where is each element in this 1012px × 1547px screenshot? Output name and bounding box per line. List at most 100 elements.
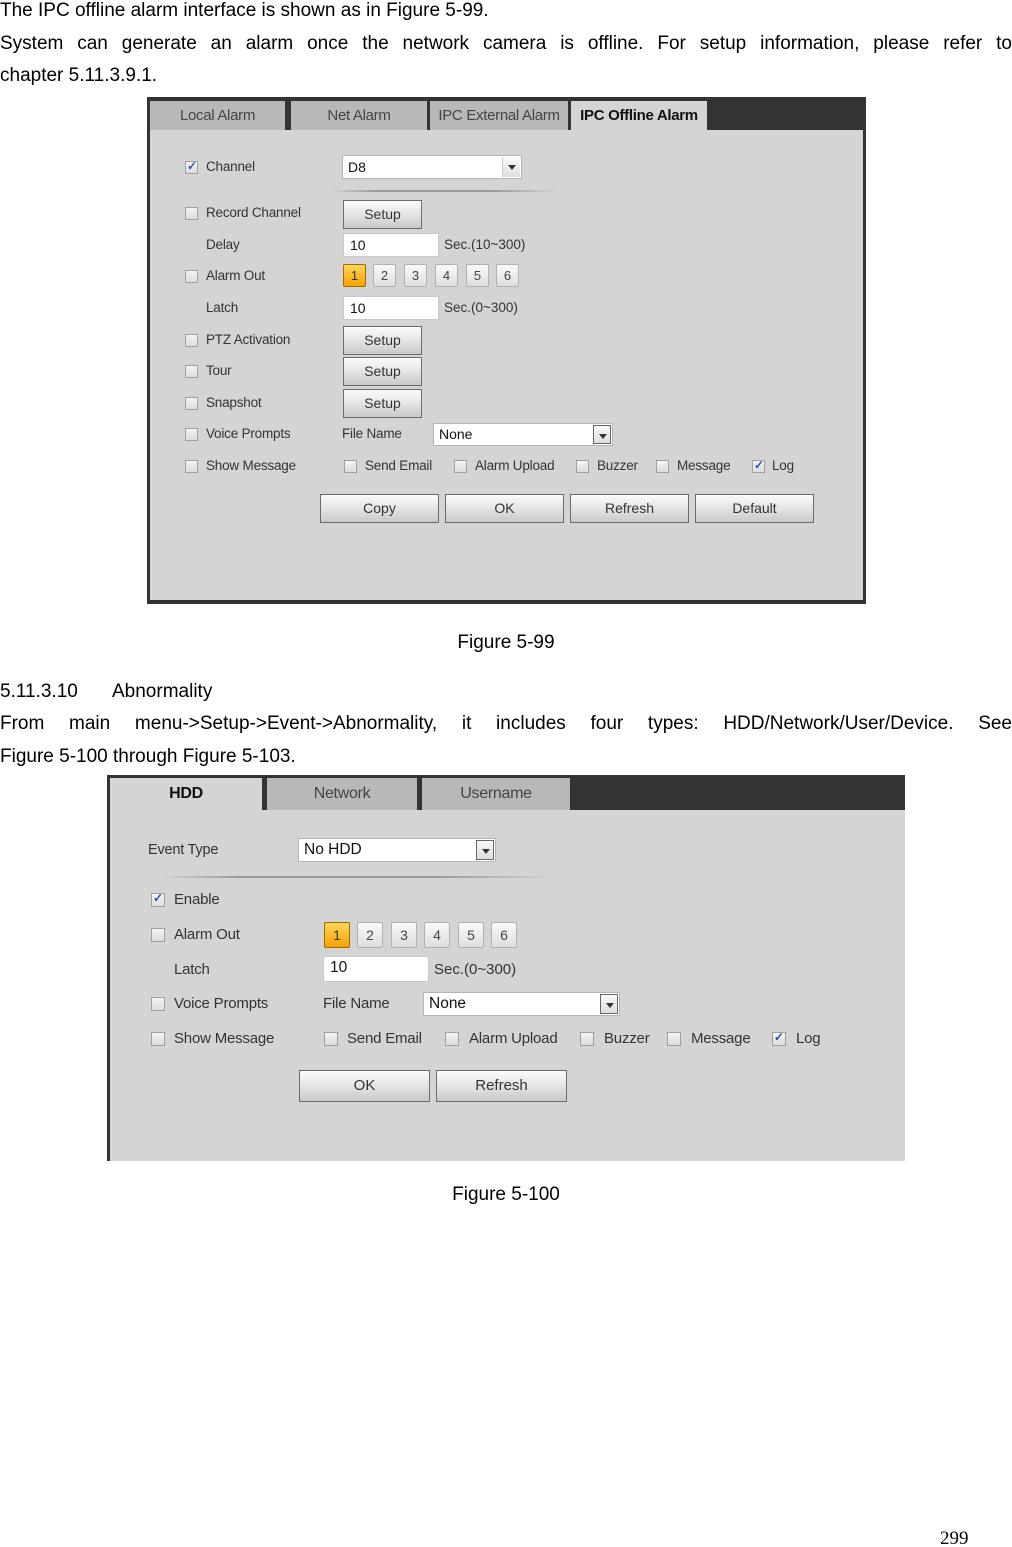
default-button[interactable]: Default [695, 494, 814, 523]
page-number: 299 [940, 1528, 969, 1547]
latch-label: Latch [174, 961, 210, 978]
ptz-activation-label: PTZ Activation [206, 332, 291, 347]
message-label: Message [677, 458, 731, 473]
alarm-out-checkbox[interactable] [151, 928, 165, 942]
send-email-checkbox[interactable] [324, 1032, 338, 1046]
show-message-checkbox[interactable] [151, 1032, 165, 1046]
message-checkbox[interactable] [667, 1032, 681, 1046]
ok-button[interactable]: OK [299, 1070, 430, 1102]
intro-paragraph-line-1: System can generate an alarm once the ne… [0, 33, 1012, 54]
alarm-upload-checkbox[interactable] [454, 460, 467, 473]
send-email-label: Send Email [347, 1030, 422, 1047]
alarm-out-1[interactable]: 1 [343, 264, 366, 287]
section-title: Abnormality [112, 681, 213, 702]
abnormality-hdd-panel: HDD Network Username Event Type No HDD E… [107, 775, 905, 1161]
refresh-button[interactable]: Refresh [436, 1070, 567, 1102]
tab-net-alarm[interactable]: Net Alarm [291, 101, 427, 130]
alarm-out-3[interactable]: 3 [391, 922, 417, 948]
event-type-select-value: No HDD [304, 841, 362, 858]
alarm-out-5[interactable]: 5 [458, 922, 484, 948]
send-email-checkbox[interactable] [344, 460, 357, 473]
log-checkbox[interactable] [772, 1030, 786, 1046]
alarm-out-6[interactable]: 6 [491, 922, 517, 948]
message-checkbox[interactable] [656, 460, 669, 473]
show-message-checkbox[interactable] [185, 460, 198, 473]
alarm-out-4[interactable]: 4 [435, 264, 458, 287]
alarm-out-1[interactable]: 1 [324, 922, 350, 948]
record-channel-checkbox[interactable] [185, 207, 198, 220]
alarm-out-checkbox[interactable] [185, 270, 198, 283]
intro-line: The IPC offline alarm interface is shown… [0, 0, 489, 21]
send-email-label: Send Email [365, 458, 433, 473]
channel-select[interactable]: D8 [342, 155, 522, 179]
ipc-offline-alarm-panel: Local Alarm Net Alarm IPC External Alarm… [147, 97, 866, 604]
alarm-out-2[interactable]: 2 [373, 264, 396, 287]
alarm-out-5[interactable]: 5 [466, 264, 489, 287]
snapshot-checkbox[interactable] [185, 397, 198, 410]
alarm-upload-label: Alarm Upload [469, 1030, 558, 1047]
buzzer-label: Buzzer [604, 1030, 650, 1047]
buzzer-checkbox[interactable] [580, 1032, 594, 1046]
latch-input[interactable]: 10 [343, 296, 439, 320]
separator [330, 190, 560, 192]
tour-setup-button[interactable]: Setup [343, 357, 422, 386]
section-heading: 5.11.3.10 Abnormality [0, 681, 212, 703]
chevron-down-icon[interactable] [476, 840, 494, 860]
section-number: 5.11.3.10 [0, 681, 78, 702]
ptz-activation-setup-button[interactable]: Setup [343, 326, 422, 355]
file-name-select[interactable]: None [423, 992, 620, 1016]
enable-label: Enable [174, 891, 220, 908]
figure-5-100-caption: Figure 5-100 [452, 1184, 560, 1205]
tab-bar: HDD Network Username [110, 775, 905, 810]
latch-range-hint: Sec.(0~300) [444, 300, 518, 315]
buzzer-checkbox[interactable] [576, 460, 589, 473]
chevron-down-icon[interactable] [502, 157, 520, 177]
channel-select-value: D8 [348, 159, 366, 175]
intro-paragraph-line-2: chapter 5.11.3.9.1. [0, 65, 158, 86]
delay-input[interactable]: 10 [343, 233, 439, 257]
alarm-out-label: Alarm Out [206, 268, 265, 283]
alarm-out-label: Alarm Out [174, 926, 240, 943]
tour-label: Tour [206, 363, 232, 378]
record-channel-setup-button[interactable]: Setup [343, 200, 422, 229]
delay-range-hint: Sec.(10~300) [444, 237, 526, 252]
record-channel-label: Record Channel [206, 205, 301, 220]
alarm-upload-checkbox[interactable] [445, 1032, 459, 1046]
chevron-down-icon[interactable] [600, 994, 618, 1014]
alarm-out-2[interactable]: 2 [357, 922, 383, 948]
tab-username[interactable]: Username [422, 778, 570, 810]
voice-prompts-label: Voice Prompts [174, 995, 269, 1012]
alarm-out-4[interactable]: 4 [424, 922, 450, 948]
refresh-button[interactable]: Refresh [570, 494, 689, 523]
tab-ipc-external-alarm[interactable]: IPC External Alarm [430, 101, 568, 130]
file-name-select-value: None [429, 995, 467, 1012]
log-checkbox[interactable] [752, 458, 765, 473]
buzzer-label: Buzzer [597, 458, 638, 473]
voice-prompts-checkbox[interactable] [151, 997, 165, 1011]
file-name-label: File Name [342, 426, 402, 441]
alarm-out-6[interactable]: 6 [496, 264, 519, 287]
tour-checkbox[interactable] [185, 365, 198, 378]
separator [160, 876, 555, 878]
event-type-label: Event Type [148, 842, 219, 858]
chevron-down-icon[interactable] [593, 425, 611, 444]
snapshot-setup-button[interactable]: Setup [343, 389, 422, 418]
copy-button[interactable]: Copy [320, 494, 439, 523]
channel-checkbox[interactable] [185, 159, 198, 174]
alarm-out-3[interactable]: 3 [404, 264, 427, 287]
tab-hdd[interactable]: HDD [110, 778, 262, 810]
tab-local-alarm[interactable]: Local Alarm [150, 101, 285, 130]
latch-input[interactable]: 10 [323, 956, 429, 982]
section-paragraph-line-1: From main menu->Setup->Event->Abnormalit… [0, 713, 1012, 734]
snapshot-label: Snapshot [206, 395, 262, 410]
ptz-activation-checkbox[interactable] [185, 334, 198, 347]
file-name-select[interactable]: None [433, 423, 613, 446]
enable-checkbox[interactable] [151, 891, 165, 907]
tab-ipc-offline-alarm[interactable]: IPC Offline Alarm [571, 101, 707, 130]
section-paragraph-line-2: Figure 5-100 through Figure 5-103. [0, 746, 296, 767]
latch-label: Latch [206, 300, 239, 315]
voice-prompts-checkbox[interactable] [185, 428, 198, 441]
tab-network[interactable]: Network [267, 778, 417, 810]
ok-button[interactable]: OK [445, 494, 564, 523]
event-type-select[interactable]: No HDD [298, 838, 496, 862]
